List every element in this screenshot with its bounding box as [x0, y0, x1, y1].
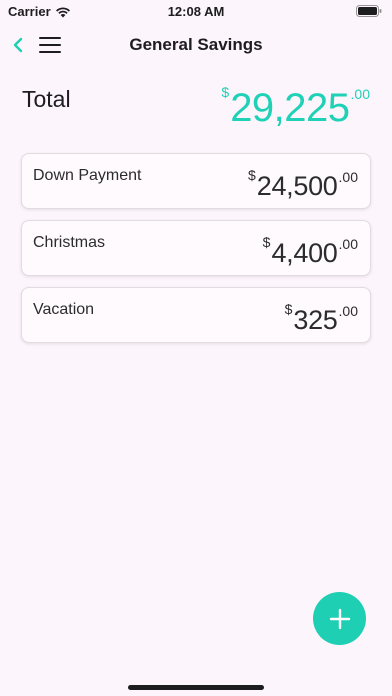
goal-currency-symbol: $ [284, 301, 293, 317]
home-indicator[interactable] [128, 685, 264, 690]
total-summary: Total $ 29,225 .00 [22, 80, 370, 132]
screen: Carrier 12:08 AM General Savings Total $… [0, 0, 392, 696]
goal-currency-symbol: $ [247, 167, 256, 183]
goal-name: Down Payment [33, 167, 142, 184]
goal-amount-cents: .00 [338, 169, 358, 185]
status-bar: Carrier 12:08 AM [0, 0, 392, 22]
savings-goal-card[interactable]: Down Payment $ 24,500 .00 [21, 153, 371, 209]
total-label: Total [22, 86, 71, 112]
goal-name: Christmas [33, 234, 106, 251]
page-title: General Savings [129, 35, 263, 54]
goal-currency-symbol: $ [262, 234, 271, 250]
status-time: 12:08 AM [167, 4, 225, 19]
goal-amount: $ 24,500 .00 [248, 164, 358, 200]
goal-amount: $ 4,400 .00 [263, 231, 358, 267]
battery-icon [356, 5, 382, 17]
goal-name: Vacation [33, 301, 95, 318]
savings-goal-card[interactable]: Christmas $ 4,400 .00 [21, 220, 371, 276]
goal-amount-whole: 325 [293, 305, 338, 335]
goal-amount-whole: 24,500 [256, 171, 338, 201]
total-amount-whole: 29,225 [230, 86, 350, 130]
total-currency-symbol: $ [221, 84, 230, 100]
savings-goal-card[interactable]: Vacation $ 325 .00 [21, 287, 371, 343]
goal-amount-cents: .00 [338, 303, 358, 319]
navigation-bar: General Savings [0, 24, 392, 66]
goal-amount: $ 325 .00 [285, 298, 358, 334]
plus-icon [329, 608, 350, 629]
add-goal-button[interactable] [313, 592, 366, 645]
goal-amount-whole: 4,400 [271, 238, 338, 268]
total-amount: $ 29,225 .00 [221, 80, 370, 128]
goal-amount-cents: .00 [338, 236, 358, 252]
total-amount-cents: .00 [350, 86, 370, 102]
